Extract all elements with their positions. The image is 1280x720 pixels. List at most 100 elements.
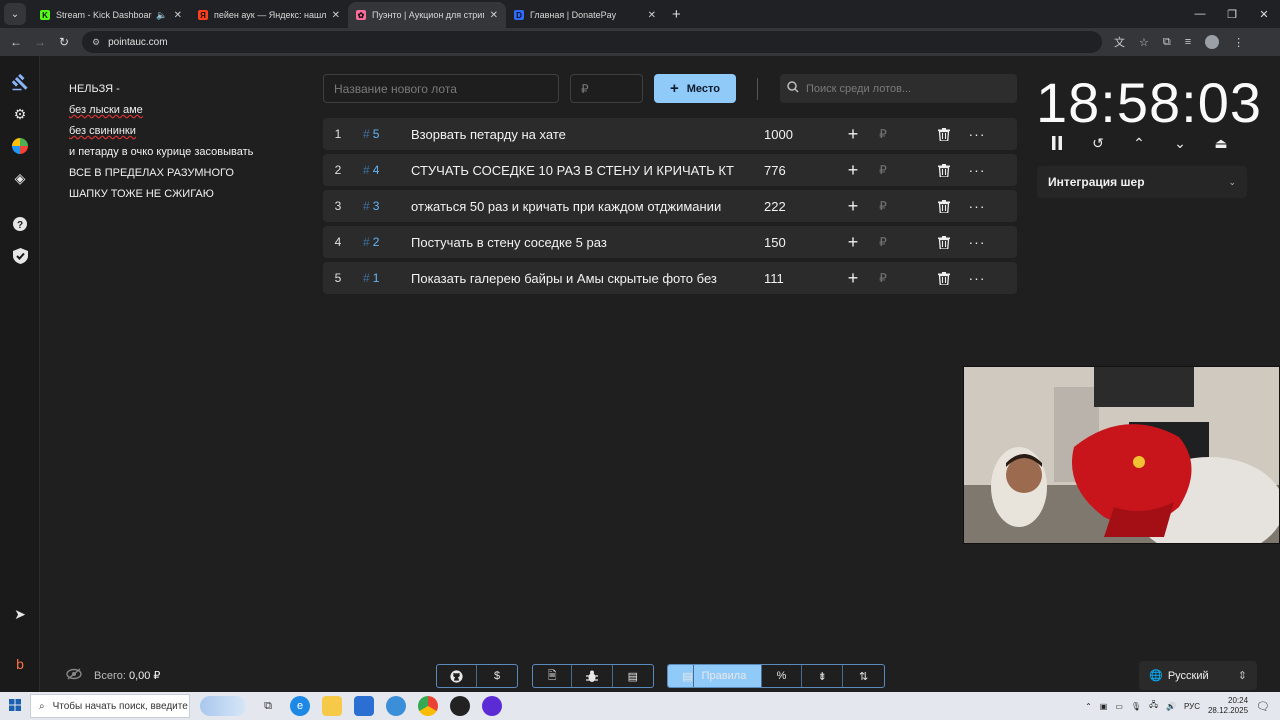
lot-search-input[interactable] [806,82,1006,95]
lot-add-amount-field[interactable]: ₽ [868,271,898,285]
maximize-button[interactable]: ❐ [1216,8,1248,21]
site-info-icon[interactable]: ⚙ [92,37,100,48]
more-options-icon[interactable]: ··· [954,198,1000,214]
lot-name[interactable]: отжаться 50 раз и кричать при каждом отд… [411,199,744,214]
bookmark-star-icon[interactable]: ☆ [1139,36,1149,49]
help-icon[interactable]: ? [10,214,30,234]
reading-list-icon[interactable]: ≡ [1185,36,1191,48]
more-options-icon[interactable]: ··· [954,162,1000,178]
wheel-icon[interactable] [10,136,30,156]
taskbar-search[interactable]: ⌕ Чтобы начать поиск, введите [30,694,190,718]
rules-button[interactable]: ▤ Правила [668,665,762,687]
hide-eye-icon[interactable] [66,668,82,683]
lot-fast-id[interactable]: #4 [353,163,411,177]
close-tab-icon[interactable]: ✕ [648,10,656,21]
add-amount-icon[interactable]: + [838,124,868,145]
integration-dropdown[interactable]: Интеграция шер ⌄ [1037,166,1247,198]
browser-tab[interactable]: D Главная | DonatePay ✕ [506,2,664,28]
browser-tab[interactable]: K Stream - Kick Dashboard 🔈 ✕ [32,2,190,28]
eject-icon[interactable]: ⏏ [1212,134,1230,152]
lot-fast-id[interactable]: #5 [353,127,411,141]
browser-tab[interactable]: ✿ Пуэнто | Аукцион для стриме... ✕ [348,2,506,28]
close-tab-icon[interactable]: ✕ [174,10,182,21]
browser-menu-icon[interactable]: ⋮ [1233,36,1244,49]
layers-icon[interactable]: ◈ [10,168,30,188]
boosty-icon[interactable]: b [10,654,30,674]
shield-check-icon[interactable] [10,246,30,266]
app-icon[interactable] [386,696,406,716]
percent-icon[interactable]: % [762,665,803,687]
weather-widget-icon[interactable] [200,696,246,716]
lot-name[interactable]: Показать галерею байры и Амы скрытые фот… [411,271,744,286]
lot-fast-id[interactable]: #2 [353,235,411,249]
notifications-icon[interactable]: 🗨 [1256,700,1270,713]
add-amount-icon[interactable]: + [838,160,868,181]
forward-button[interactable]: → [28,35,52,49]
chrome-icon[interactable] [418,696,438,716]
reload-button[interactable]: ↻ [52,35,76,49]
microphone-icon[interactable]: 🎙 [1131,702,1141,711]
lot-add-amount-field[interactable]: ₽ [868,163,898,177]
language-select[interactable]: 🌐 Русский ⇕ [1139,661,1257,690]
add-place-button[interactable]: + Место [654,74,736,103]
close-tab-icon[interactable]: ✕ [332,10,340,21]
translate-icon[interactable]: 文 [1114,34,1125,50]
trash-icon[interactable] [934,271,954,285]
minimize-button[interactable]: — [1184,8,1216,20]
task-view-icon[interactable]: ⧉ [258,696,278,716]
keyboard-lang[interactable]: РУС [1184,702,1200,711]
lot-name[interactable]: СТУЧАТЬ СОСЕДКЕ 10 РАЗ В СТЕНУ И КРИЧАТЬ… [411,163,744,178]
telegram-icon[interactable]: ➤ [10,604,30,624]
compress-icon[interactable]: ⇟ [802,665,844,687]
app-purple-icon[interactable] [482,696,502,716]
settings-gear-icon[interactable]: ⚙ [10,104,30,124]
browser-tab[interactable]: Япейен аук — Яндекс: нашлось ✕ [190,2,348,28]
chevron-down-icon[interactable]: ⌄ [1171,134,1189,152]
store-icon[interactable] [354,696,374,716]
more-options-icon[interactable]: ··· [954,234,1000,250]
more-options-icon[interactable]: ··· [954,270,1000,286]
edge-icon[interactable]: e [290,696,310,716]
speaker-icon[interactable]: 🔈 [156,10,167,21]
windows-start-icon[interactable] [0,698,30,714]
trash-icon[interactable] [934,127,954,141]
address-bar[interactable]: ⚙ pointauc.com [82,31,1102,53]
gavel-icon[interactable] [10,72,30,92]
volume-icon[interactable]: 🔊 [1166,702,1176,711]
file-explorer-icon[interactable] [322,696,342,716]
close-tab-icon[interactable]: ✕ [490,10,498,21]
github-icon[interactable] [437,665,478,687]
more-options-icon[interactable]: ··· [954,126,1000,142]
close-window-button[interactable]: ✕ [1248,8,1280,21]
extensions-icon[interactable]: ⧉ [1163,36,1171,49]
trash-icon[interactable] [934,199,954,213]
tab-search-button[interactable]: ⌄ [4,3,26,25]
sort-icon[interactable]: ⇅ [843,665,884,687]
back-button[interactable]: ← [4,35,28,49]
lot-fast-id[interactable]: #3 [353,199,411,213]
add-amount-icon[interactable]: + [838,196,868,217]
trash-icon[interactable] [934,163,954,177]
chevron-up-icon[interactable]: ⌃ [1130,134,1148,152]
clear-list-icon[interactable]: ▤ [613,665,653,687]
lot-add-amount-field[interactable]: ₽ [868,235,898,249]
lot-fast-id[interactable]: #1 [353,271,411,285]
obs-icon[interactable] [450,696,470,716]
lot-name[interactable]: Постучать в стену соседке 5 раз [411,235,744,250]
lot-name[interactable]: Взорвать петарду на хате [411,127,744,142]
battery-icon[interactable]: ▭ [1115,702,1123,711]
new-tab-button[interactable]: + [672,6,681,23]
trash-icon[interactable] [934,235,954,249]
taskbar-clock[interactable]: 20:24 28.12.2025 [1208,696,1248,716]
bug-report-icon[interactable] [572,665,613,687]
lot-add-amount-field[interactable]: ₽ [868,127,898,141]
tray-app-icon[interactable]: ▣ [1100,702,1108,711]
tray-chevron-icon[interactable]: ⌃ [1085,702,1092,711]
lot-add-amount-field[interactable]: ₽ [868,199,898,213]
new-lot-price-input[interactable] [570,74,643,103]
donate-dollar-icon[interactable]: $ [477,665,517,687]
reset-timer-icon[interactable]: ↺ [1089,134,1107,152]
lot-search[interactable] [780,74,1017,103]
pause-icon[interactable] [1048,134,1066,152]
add-amount-icon[interactable]: + [838,268,868,289]
